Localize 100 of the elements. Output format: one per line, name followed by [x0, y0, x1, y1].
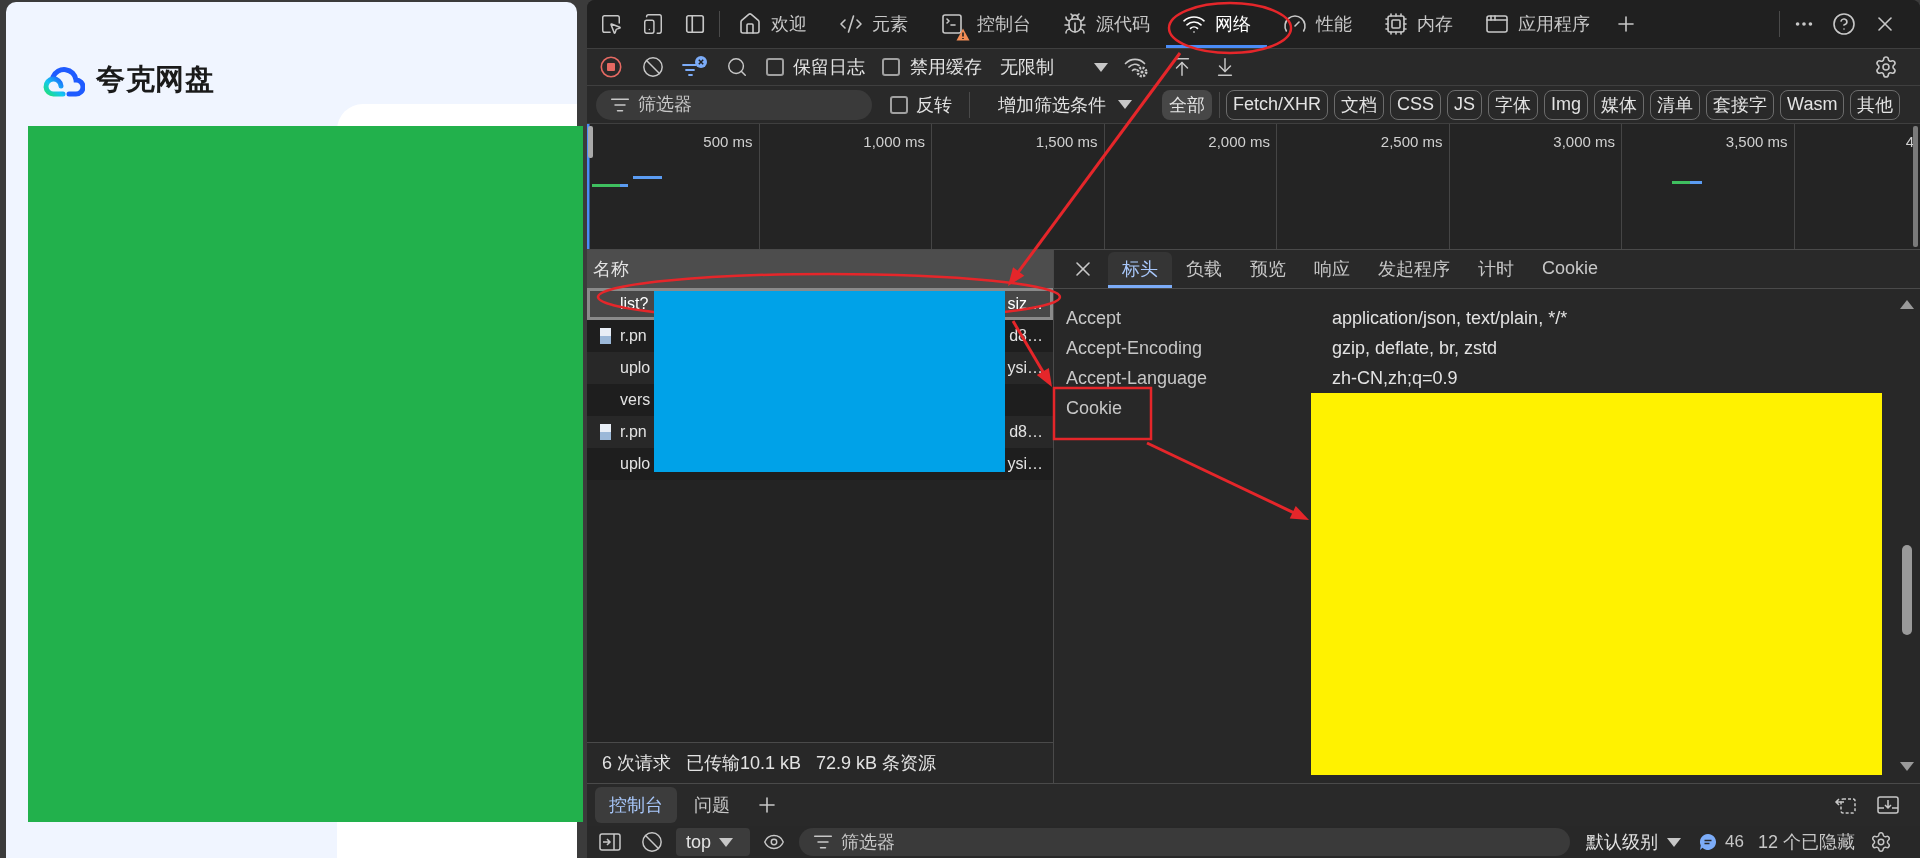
panel-tab[interactable]: 元素: [823, 0, 924, 48]
summary-text: 6 次请求: [602, 752, 671, 775]
type-filter-button[interactable]: Wasm: [1780, 89, 1845, 120]
split-panel-icon[interactable]: [684, 13, 706, 35]
header-value: application/json, text/plain, */*: [1332, 307, 1569, 329]
checkbox-label: 反转: [916, 93, 952, 117]
context-dropdown[interactable]: top: [676, 828, 750, 856]
request-name-tail: d8…: [1009, 423, 1043, 441]
chip-icon: [1384, 12, 1408, 36]
type-filter-button[interactable]: Fetch/XHR: [1226, 89, 1329, 120]
tick-label: 1,500 ms: [1035, 133, 1098, 150]
type-filter-button[interactable]: 其他: [1850, 89, 1901, 120]
clear-icon[interactable]: [641, 831, 663, 853]
request-name: uplo: [620, 359, 651, 377]
tick-label: 3,500 ms: [1725, 133, 1788, 150]
hidden-count-text: 12 个已隐藏: [1757, 831, 1855, 854]
record-stop-icon[interactable]: [600, 56, 622, 78]
tick-label: 1,000 ms: [863, 133, 925, 150]
level-dropdown[interactable]: 默认级别: [1586, 830, 1681, 854]
header-value: gzip, deflate, br, zstd: [1332, 337, 1499, 359]
scroll-down-icon[interactable]: [1900, 762, 1914, 771]
caret-icon: [719, 837, 734, 847]
throttling-dropdown[interactable]: 无限制: [1000, 55, 1108, 79]
drawer-tab[interactable]: 控制台: [595, 787, 677, 823]
type-filter-button[interactable]: 字体: [1488, 89, 1539, 120]
type-filter-button[interactable]: 全部: [1162, 89, 1212, 120]
request-name: uplo: [620, 455, 651, 473]
header-value: zh-CN,zh;q=0.9: [1332, 367, 1459, 389]
type-filter-button[interactable]: Img: [1544, 89, 1589, 120]
image-file-icon: [600, 424, 611, 440]
tick-label: 2,000 ms: [1208, 133, 1270, 150]
message-icon: [1699, 833, 1717, 851]
header-name: Accept-Language: [1066, 367, 1209, 389]
panel-tab[interactable]: 应用程序: [1469, 0, 1606, 48]
type-filter-button[interactable]: CSS: [1390, 89, 1442, 120]
logo-text: 夸克网盘: [96, 62, 214, 97]
detail-tab[interactable]: 负载: [1172, 252, 1236, 288]
caret-icon: [1118, 100, 1132, 109]
header-name: Accept: [1066, 307, 1123, 329]
panel-tab[interactable]: 内存: [1368, 0, 1469, 48]
detail-tab[interactable]: Cookie: [1528, 252, 1613, 288]
add-filter-dropdown[interactable]: 增加筛选条件: [998, 92, 1132, 117]
timeline-bar: [633, 176, 662, 179]
timeline-handle[interactable]: [1913, 126, 1918, 247]
filter-field[interactable]: 筛选器: [799, 828, 1570, 856]
panel-tab[interactable]: 性能: [1267, 0, 1368, 48]
settings-icon[interactable]: [1874, 55, 1898, 79]
checkbox[interactable]: [890, 95, 908, 114]
tick-label: 2,500 ms: [1380, 133, 1443, 150]
column-header: 名称: [587, 250, 1053, 288]
search-icon[interactable]: [726, 56, 748, 78]
request-name: r.pn: [620, 327, 647, 345]
dashed-box-arrow-icon[interactable]: [1834, 795, 1856, 815]
home-icon: [738, 12, 762, 36]
scroll-up-icon[interactable]: [1900, 300, 1914, 309]
window-icon: [1485, 12, 1509, 36]
caret-icon: [1094, 62, 1108, 72]
type-filter-button[interactable]: JS: [1447, 89, 1483, 120]
type-filter-button[interactable]: 媒体: [1594, 89, 1645, 120]
checkbox[interactable]: [882, 58, 900, 76]
filter-badge-icon[interactable]: [682, 56, 708, 78]
bug-icon: [1063, 12, 1087, 36]
tick-label: 4: [1905, 133, 1914, 150]
timeline-handle[interactable]: [587, 124, 593, 249]
detail-tab[interactable]: 预览: [1236, 252, 1300, 288]
request-name-tail: ysi…: [1007, 359, 1043, 377]
type-filter-button[interactable]: 清单: [1650, 89, 1701, 120]
wifi-gear-icon[interactable]: [1124, 56, 1148, 78]
device-icon[interactable]: [642, 13, 664, 35]
code-icon: [839, 12, 863, 36]
checkbox[interactable]: [766, 58, 784, 76]
tick-label: 500 ms: [703, 133, 753, 150]
checkbox-label: 禁用缓存: [910, 56, 982, 79]
clear-icon[interactable]: [642, 56, 664, 78]
request-name: vers: [620, 391, 651, 409]
settings-icon[interactable]: [1869, 831, 1892, 853]
filter-icon: [813, 832, 833, 852]
type-filter-button[interactable]: 套接字: [1706, 89, 1775, 120]
request-name-tail: ysi…: [1007, 455, 1043, 473]
detail-tab[interactable]: 响应: [1300, 252, 1364, 288]
detail-tab[interactable]: 发起程序: [1364, 252, 1464, 288]
caret-icon: [1667, 837, 1681, 847]
panel-tab[interactable]: 控制台: [924, 0, 1047, 48]
image-file-icon: [600, 328, 611, 344]
message-count-button[interactable]: 46: [1699, 832, 1744, 852]
scrollbar-thumb[interactable]: [1902, 545, 1912, 635]
terminal-icon: [940, 12, 964, 36]
filter-field[interactable]: 筛选器: [596, 89, 872, 120]
drawer-tab[interactable]: 问题: [680, 787, 744, 823]
panel-tab[interactable]: 源代码: [1047, 0, 1166, 48]
header-name: Cookie: [1066, 397, 1124, 419]
type-filter-button[interactable]: 文档: [1334, 89, 1385, 120]
detail-tab[interactable]: 计时: [1464, 252, 1528, 288]
summary-text: 72.9 kB 条资源: [816, 752, 937, 775]
help-icon[interactable]: [1832, 12, 1856, 36]
detail-tab[interactable]: 标头: [1108, 252, 1172, 288]
panel-tab[interactable]: 欢迎: [722, 0, 823, 48]
inspect-icon[interactable]: [600, 13, 622, 35]
checkbox-label: 保留日志: [793, 56, 865, 79]
request-name: r.pn: [620, 423, 647, 441]
